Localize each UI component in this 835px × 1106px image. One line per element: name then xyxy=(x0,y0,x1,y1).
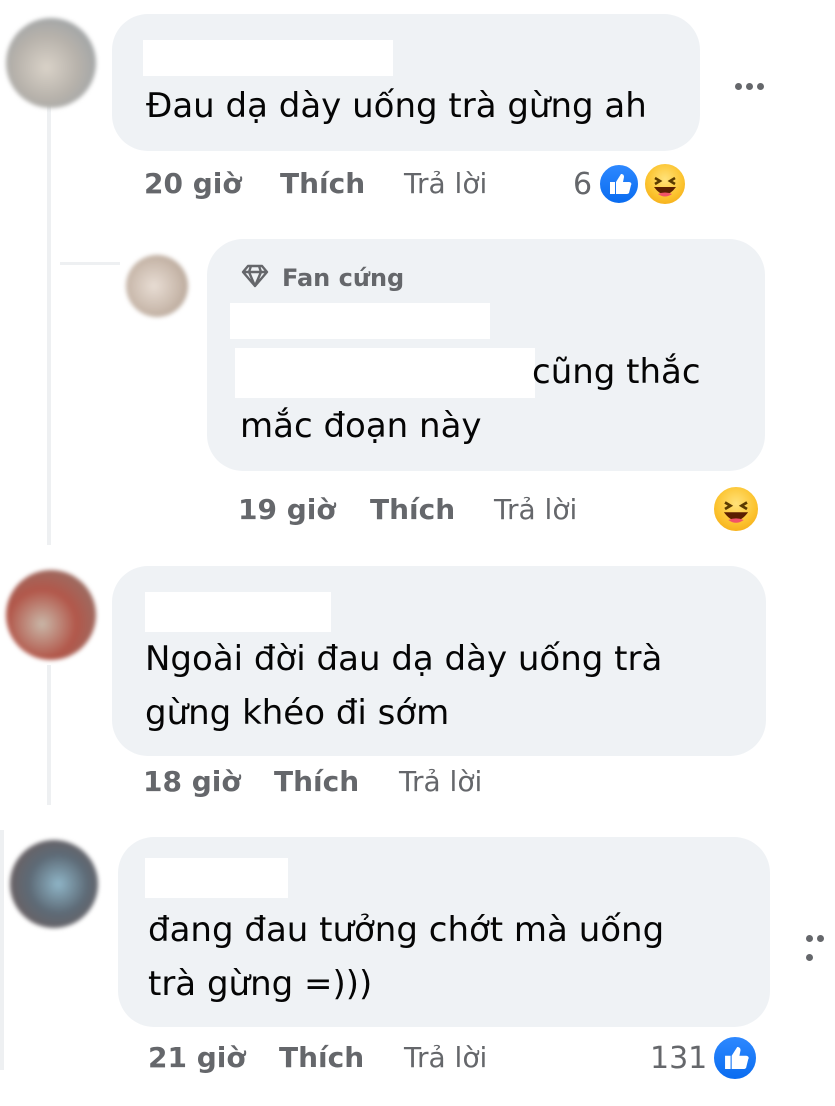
avatar[interactable] xyxy=(6,18,96,108)
comment-time[interactable]: 18 giờ xyxy=(143,765,241,799)
commenter-name[interactable] xyxy=(145,858,288,898)
comment-time[interactable]: 21 giờ xyxy=(148,1041,246,1075)
comment-text: mắc đoạn này xyxy=(240,406,482,446)
comment-text: Đau dạ dày uống trà gừng ah xyxy=(146,86,647,126)
commenter-name[interactable] xyxy=(230,303,490,339)
like-icon[interactable] xyxy=(711,1034,759,1082)
top-fan-badge: Fan cứng xyxy=(240,262,404,294)
comment-text: Ngoài đời đau dạ dày uống trà xyxy=(145,639,663,679)
comment-time[interactable]: 19 giờ xyxy=(238,493,336,527)
more-options-icon[interactable] xyxy=(806,927,835,965)
commenter-name[interactable] xyxy=(145,592,331,632)
haha-icon[interactable] xyxy=(711,484,761,534)
comment-time[interactable]: 20 giờ xyxy=(144,167,242,201)
badge-label: Fan cứng xyxy=(282,264,405,292)
reaction-count[interactable]: 131 xyxy=(650,1042,707,1076)
more-options-icon[interactable] xyxy=(735,75,768,94)
like-button[interactable]: Thích xyxy=(280,167,365,201)
redacted-text xyxy=(235,348,535,398)
comment-text: cũng thắc xyxy=(532,352,701,392)
comment-text: gừng khéo đi sớm xyxy=(145,693,450,733)
like-button[interactable]: Thích xyxy=(370,493,455,527)
like-icon[interactable] xyxy=(597,162,641,206)
thread-line xyxy=(0,830,4,1070)
thread-line xyxy=(47,105,51,545)
comment-text: đang đau tưởng chớt mà uống xyxy=(148,910,665,950)
reply-button[interactable]: Trả lời xyxy=(494,493,577,527)
diamond-icon xyxy=(240,263,270,293)
avatar[interactable] xyxy=(126,255,188,317)
avatar[interactable] xyxy=(6,570,96,660)
avatar[interactable] xyxy=(10,840,98,928)
reaction-count[interactable]: 6 xyxy=(573,168,592,202)
like-button[interactable]: Thích xyxy=(279,1041,364,1075)
commenter-name[interactable] xyxy=(143,40,393,76)
reply-button[interactable]: Trả lời xyxy=(404,167,487,201)
haha-icon[interactable] xyxy=(642,161,688,207)
reply-button[interactable]: Trả lời xyxy=(404,1041,487,1075)
reply-button[interactable]: Trả lời xyxy=(399,765,482,799)
like-button[interactable]: Thích xyxy=(274,765,359,799)
thread-line-branch xyxy=(60,262,120,265)
comment-text: trà gừng =))) xyxy=(148,964,373,1004)
thread-line xyxy=(47,665,51,805)
